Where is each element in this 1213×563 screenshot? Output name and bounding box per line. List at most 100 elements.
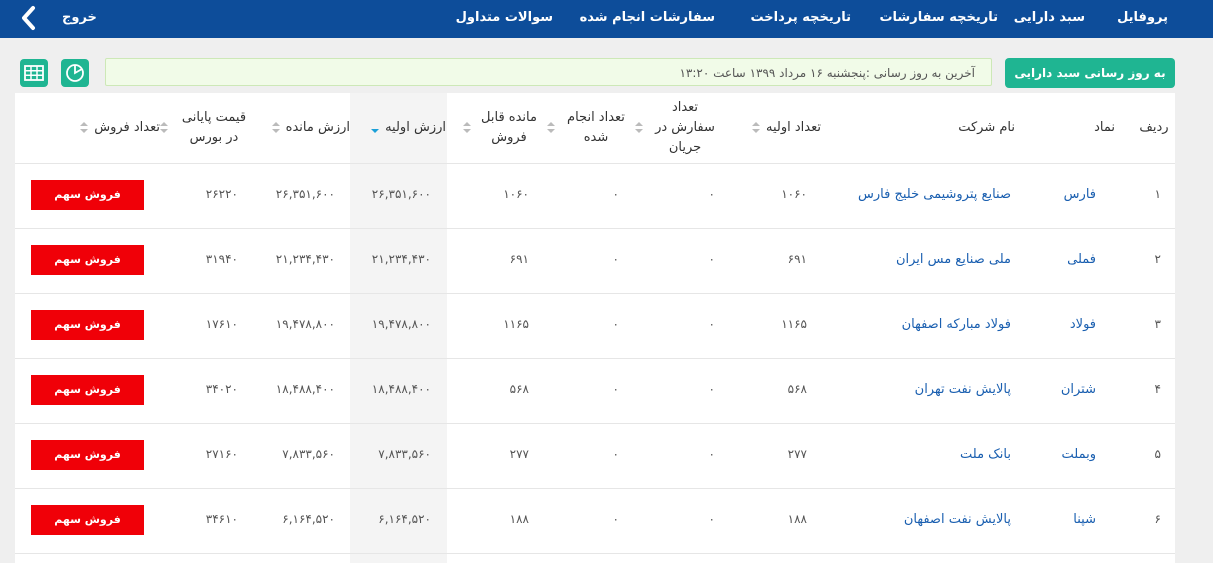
sort-icon[interactable] bbox=[271, 121, 280, 135]
nav-faq[interactable]: سوالات متداول bbox=[456, 10, 553, 25]
sell-share-button[interactable]: فروش سهم bbox=[31, 505, 144, 535]
row-divider bbox=[15, 553, 1175, 554]
nav-completed-orders[interactable]: سفارشات انجام شده bbox=[580, 10, 715, 25]
cell-completed: ۰ bbox=[612, 512, 619, 526]
symbol-link[interactable]: فارس bbox=[1064, 187, 1096, 202]
col-header-last-price[interactable]: قیمت پایانی در بورس bbox=[160, 93, 254, 163]
cell-initial-value: ۲۶,۳۵۱,۶۰۰ bbox=[371, 187, 431, 201]
company-link[interactable]: پالایش نفت اصفهان bbox=[904, 512, 1011, 527]
company-link[interactable]: صنایع پتروشیمی خلیج فارس bbox=[858, 187, 1011, 202]
pie-chart-icon bbox=[66, 64, 84, 82]
sort-icon[interactable] bbox=[80, 121, 89, 135]
sort-icon[interactable] bbox=[635, 121, 643, 135]
symbol-link[interactable]: شتران bbox=[1061, 382, 1096, 397]
row-divider bbox=[15, 293, 1175, 294]
cell-last-price: ۲۷۱۶۰ bbox=[205, 447, 238, 461]
cell-pending: ۰ bbox=[708, 252, 715, 266]
cell-initial-value: ۱۹,۴۷۸,۸۰۰ bbox=[371, 317, 431, 331]
portfolio-table: ردیف نماد نام شرکت تعداد اولیه تعداد سفا… bbox=[15, 93, 1175, 563]
top-navbar: پروفایل سبد دارایی تاریخچه سفارشات تاریخ… bbox=[0, 0, 1213, 38]
sort-icon[interactable] bbox=[160, 121, 168, 135]
sort-icon[interactable] bbox=[547, 121, 555, 135]
nav-portfolio[interactable]: سبد دارایی bbox=[1014, 10, 1085, 25]
cell-completed: ۰ bbox=[612, 252, 619, 266]
cell-remaining-value: ۷,۸۳۳,۵۶۰ bbox=[282, 447, 335, 461]
cell-completed: ۰ bbox=[612, 317, 619, 331]
cell-initial-value: ۷,۸۳۳,۵۶۰ bbox=[378, 447, 431, 461]
cell-remaining-value: ۱۹,۴۷۸,۸۰۰ bbox=[275, 317, 335, 331]
company-link[interactable]: فولاد مبارکه اصفهان bbox=[902, 317, 1011, 332]
symbol-link[interactable]: وبملت bbox=[1062, 447, 1096, 462]
col-header-company: نام شرکت bbox=[958, 120, 1015, 135]
nav-profile[interactable]: پروفایل bbox=[1117, 10, 1168, 25]
cell-pending: ۰ bbox=[708, 187, 715, 201]
table-view-button[interactable] bbox=[20, 59, 48, 87]
cell-initial-count: ۱۱۶۵ bbox=[781, 317, 807, 331]
col-header-completed-count[interactable]: تعداد انجام شده bbox=[541, 93, 631, 163]
cell-initial-count: ۶۹۱ bbox=[787, 252, 807, 266]
cell-sellable: ۱۱۶۵ bbox=[503, 317, 529, 331]
nav-payment-history[interactable]: تاریخچه پرداخت bbox=[750, 10, 851, 25]
cell-row: ۳ bbox=[1154, 317, 1161, 331]
cell-pending: ۰ bbox=[708, 512, 715, 526]
nav-order-history[interactable]: تاریخچه سفارشات bbox=[879, 10, 998, 25]
grid-icon bbox=[24, 65, 44, 81]
cell-last-price: ۳۱۹۴۰ bbox=[205, 252, 238, 266]
row-divider bbox=[15, 228, 1175, 229]
company-link[interactable]: ملی صنایع مس ایران bbox=[896, 252, 1011, 267]
chart-view-button[interactable] bbox=[61, 59, 89, 87]
refresh-portfolio-button[interactable]: به روز رسانی سبد دارایی bbox=[1005, 58, 1175, 88]
cell-row: ۱ bbox=[1154, 187, 1161, 201]
chevron-left-icon[interactable] bbox=[18, 5, 40, 31]
col-header-pending-orders[interactable]: تعداد سفارش در جریان bbox=[631, 93, 721, 163]
cell-sellable: ۲۷۷ bbox=[509, 447, 529, 461]
sell-share-button[interactable]: فروش سهم bbox=[31, 245, 144, 275]
cell-sellable: ۱۰۶۰ bbox=[503, 187, 529, 201]
col-header-remaining-value[interactable]: ارزش مانده bbox=[254, 93, 350, 163]
cell-initial-count: ۲۷۷ bbox=[787, 447, 807, 461]
row-divider bbox=[15, 358, 1175, 359]
sort-icon[interactable] bbox=[752, 121, 760, 135]
last-update-text: آخرین به روز رسانی :پنجشنبه ۱۶ مرداد ۱۳۹… bbox=[679, 66, 975, 80]
col-header-sellable[interactable]: مانده قابل فروش bbox=[446, 93, 541, 163]
cell-last-price: ۳۴۰۲۰ bbox=[205, 382, 238, 396]
cell-last-price: ۱۷۶۱۰ bbox=[205, 317, 238, 331]
cell-sellable: ۵۶۸ bbox=[509, 382, 529, 396]
cell-completed: ۰ bbox=[612, 382, 619, 396]
cell-remaining-value: ۶,۱۶۴,۵۲۰ bbox=[282, 512, 335, 526]
col-header-initial-value[interactable]: ارزش اولیه bbox=[350, 93, 446, 163]
cell-completed: ۰ bbox=[612, 187, 619, 201]
company-link[interactable]: بانک ملت bbox=[960, 447, 1011, 462]
sort-icon[interactable] bbox=[463, 121, 471, 135]
logout-link[interactable]: خروج bbox=[62, 10, 97, 25]
sell-share-button[interactable]: فروش سهم bbox=[31, 180, 144, 210]
sell-share-button[interactable]: فروش سهم bbox=[31, 310, 144, 340]
cell-row: ۲ bbox=[1154, 252, 1161, 266]
cell-row: ۵ bbox=[1154, 447, 1161, 461]
company-link[interactable]: پالایش نفت تهران bbox=[915, 382, 1011, 397]
cell-remaining-value: ۱۸,۴۸۸,۴۰۰ bbox=[275, 382, 335, 396]
cell-sellable: ۶۹۱ bbox=[509, 252, 529, 266]
row-divider bbox=[15, 488, 1175, 489]
col-header-sell-count[interactable]: تعداد فروش bbox=[20, 93, 160, 163]
cell-initial-value: ۲۱,۲۳۴,۴۳۰ bbox=[371, 252, 431, 266]
cell-remaining-value: ۲۶,۳۵۱,۶۰۰ bbox=[275, 187, 335, 201]
last-update-notice: آخرین به روز رسانی :پنجشنبه ۱۶ مرداد ۱۳۹… bbox=[105, 58, 992, 86]
row-divider bbox=[15, 423, 1175, 424]
symbol-link[interactable]: فملی bbox=[1067, 252, 1096, 267]
cell-sellable: ۱۸۸ bbox=[509, 512, 529, 526]
cell-initial-count: ۱۸۸ bbox=[787, 512, 807, 526]
cell-row: ۶ bbox=[1154, 512, 1161, 526]
sell-share-button[interactable]: فروش سهم bbox=[31, 375, 144, 405]
cell-remaining-value: ۲۱,۲۳۴,۴۳۰ bbox=[275, 252, 335, 266]
sell-share-button[interactable]: فروش سهم bbox=[31, 440, 144, 470]
symbol-link[interactable]: شپنا bbox=[1073, 512, 1096, 527]
cell-initial-count: ۵۶۸ bbox=[787, 382, 807, 396]
header-divider bbox=[15, 163, 1175, 164]
symbol-link[interactable]: فولاد bbox=[1070, 317, 1096, 332]
cell-initial-value: ۱۸,۴۸۸,۴۰۰ bbox=[371, 382, 431, 396]
sort-active-icon[interactable] bbox=[371, 121, 380, 135]
col-header-initial-count[interactable]: تعداد اولیه bbox=[721, 93, 821, 163]
cell-row: ۴ bbox=[1154, 382, 1161, 396]
cell-pending: ۰ bbox=[708, 447, 715, 461]
